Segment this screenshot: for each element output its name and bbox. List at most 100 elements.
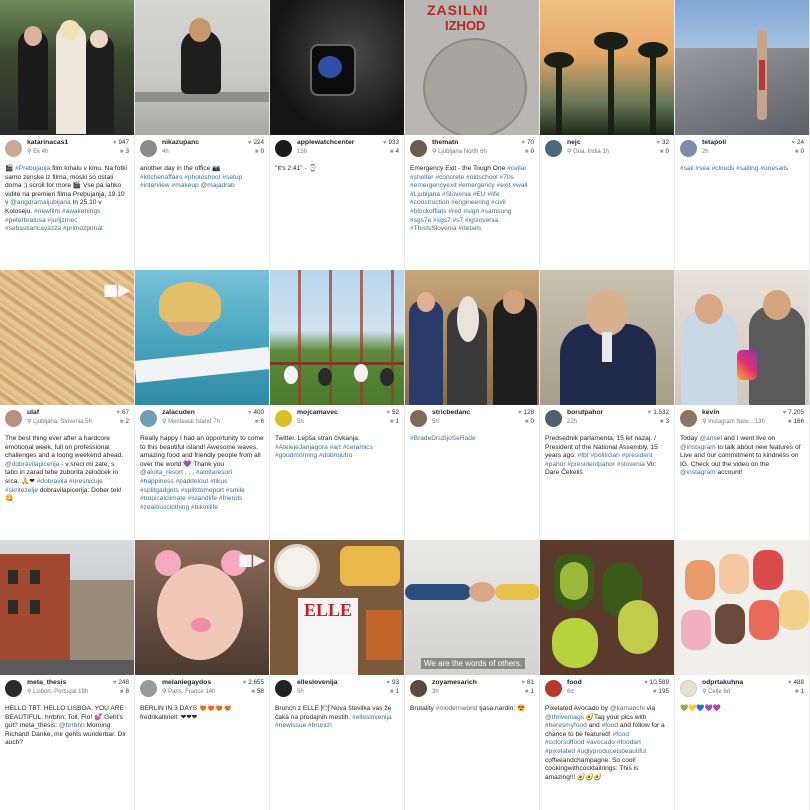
post-photo[interactable] [135, 0, 269, 135]
hashtag-link[interactable]: #aloitaresort [196, 469, 232, 476]
hashtag-link[interactable]: #setup [222, 174, 242, 181]
location[interactable]: Mentawai Island [168, 419, 211, 425]
avatar[interactable] [410, 140, 427, 157]
hashtag-link[interactable]: #happiness [140, 478, 174, 485]
avatar[interactable] [410, 410, 427, 427]
hashtag-link[interactable]: #civil [491, 199, 506, 206]
hashtag-link[interactable]: #paddelout [176, 478, 209, 485]
mention-link[interactable]: @thrivemags [545, 714, 584, 721]
hashtag-link[interactable]: #brunch [308, 722, 332, 729]
hashtag-link[interactable]: #concrete [435, 174, 464, 181]
hashtag-link[interactable]: #blockoffiats [410, 208, 447, 215]
username[interactable]: elleslovenija [297, 679, 386, 688]
location[interactable]: Celje [708, 689, 722, 695]
hashtag-link[interactable]: #pixelated [545, 748, 575, 755]
username[interactable]: ulaf [27, 409, 116, 418]
post-card[interactable]: kevin ⚲ Instagram New... 13h ♥ 7.205 ■ 166… [675, 270, 810, 540]
avatar[interactable] [275, 410, 292, 427]
hashtag-link[interactable]: #dobravila [37, 478, 67, 485]
hashtag-link[interactable]: #colorsoffood [545, 739, 584, 746]
mention-link[interactable]: @dobravilapicerija [5, 461, 59, 468]
avatar[interactable] [545, 680, 562, 697]
location[interactable]: Lisbon, Portugal [33, 689, 76, 695]
hashtag-link[interactable]: #uglyproduceisbeautiful [577, 748, 646, 755]
hashtag-link[interactable]: #bikinilife [191, 504, 218, 511]
hashtag-link[interactable]: #sebastiancavazza [5, 225, 61, 232]
hashtag-link[interactable]: #photoshoot [184, 174, 220, 181]
avatar[interactable] [410, 680, 427, 697]
hashtag-link[interactable]: #kitchenaffairs [140, 174, 182, 181]
hashtag-link[interactable]: #food [602, 722, 619, 729]
post-card[interactable]: katarinacas1 ⚲ Ek 4h ♥ 947 ■ 3 🎬 #Prebujan… [0, 0, 135, 270]
location[interactable]: Instagram New... [708, 419, 753, 425]
post-card[interactable]: stricbedanc 5h ♥ 128 ■ 0 #BradeDružijoSeRa… [405, 270, 540, 540]
post-card[interactable]: meta_thesis ⚲ Lisbon, Portugal 19h ♥ 248 … [0, 540, 135, 810]
hashtag-link[interactable]: #emergency [458, 182, 494, 189]
hashtag-link[interactable]: #skritezelje [5, 487, 38, 494]
username[interactable]: stricbedanc [432, 409, 518, 418]
username[interactable]: zalacuden [162, 409, 248, 418]
hashtag-link[interactable]: #sail [680, 165, 694, 172]
mention-link[interactable]: @aloita_resort [140, 469, 183, 476]
hashtag-link[interactable]: #art [330, 444, 341, 451]
hashtag-link[interactable]: #exit [497, 182, 511, 189]
post-card[interactable]: tetapoli 2h ♥ 24 ■ 0 #sail #sea #clouds #s… [675, 0, 810, 270]
avatar[interactable] [545, 410, 562, 427]
hashtag-link[interactable]: #life [487, 191, 499, 198]
hashtag-link[interactable]: #splitdomeport [181, 487, 224, 494]
mention-link[interactable]: @hrrbhn [59, 722, 85, 729]
hashtag-link[interactable]: #smile [226, 487, 245, 494]
post-photo[interactable] [540, 270, 674, 405]
post-card[interactable]: mojcamavec 5h ♥ 52 ■ 1 Twitter. Lepša stra… [270, 270, 405, 540]
post-card[interactable]: borutpahor 22h ♥ 1.532 ■ 3 Predsednik parl… [540, 270, 675, 540]
post-photo[interactable]: We are the words of others. [405, 540, 539, 675]
hashtag-link[interactable]: #sea [695, 165, 709, 172]
post-card[interactable]: zalacuden ⚲ Mentawai Island 7h ♥ 400 ■ 6 R… [135, 270, 270, 540]
hashtag-link[interactable]: #igslovenia [465, 217, 498, 224]
hashtag-link[interactable]: #elleslovenija [352, 714, 392, 721]
hashtag-link[interactable]: #EU [473, 191, 486, 198]
hashtag-link[interactable]: #construction [410, 199, 449, 206]
hashtag-link[interactable]: #modernworld [436, 705, 478, 712]
post-photo[interactable] [675, 540, 809, 675]
hashtag-link[interactable]: #foodart [617, 739, 641, 746]
location[interactable]: Paris, France [168, 689, 204, 695]
hashtag-link[interactable]: #pahor [545, 461, 566, 468]
hashtag-link[interactable]: #friends [219, 495, 242, 502]
avatar[interactable] [5, 140, 22, 157]
username[interactable]: katarinacas1 [27, 139, 113, 148]
post-card[interactable]: odprtakuhna ⚲ Celje 6d ♥ 488 ■ 1 💚💛💙💜💜 [675, 540, 810, 810]
avatar[interactable] [140, 140, 157, 157]
post-photo[interactable]: ELLE [270, 540, 404, 675]
post-card[interactable]: applewatchcenter 15h ♥ 933 ■ 4 "It's 2:41"… [270, 0, 405, 270]
hashtag-link[interactable]: #splitgadgets [140, 487, 179, 494]
hashtag-link[interactable]: #newissue [275, 722, 306, 729]
avatar[interactable] [5, 410, 22, 427]
hashtag-link[interactable]: #president [622, 452, 653, 459]
mention-link[interactable]: @instagram [680, 444, 716, 451]
hashtag-link[interactable]: #oldschool [466, 174, 498, 181]
hashtag-link[interactable]: #slovenia [617, 461, 645, 468]
hashtag-link[interactable]: #politician [591, 452, 620, 459]
hashtag-link[interactable]: #makeup [172, 182, 199, 189]
post-photo[interactable] [135, 270, 269, 405]
hashtag-link[interactable]: #sign [463, 208, 479, 215]
hashtag-link[interactable]: #primozpirnat [63, 225, 103, 232]
hashtag-link[interactable]: #sailing [736, 165, 758, 172]
hashtag-link[interactable]: #dobrojutro [319, 452, 352, 459]
hashtag-link[interactable]: #heresmyfood [545, 722, 587, 729]
hashtag-link[interactable]: #peterbratusa [5, 217, 46, 224]
hashtag-link[interactable]: #uresnicuje [69, 478, 103, 485]
post-photo[interactable] [0, 540, 134, 675]
post-card[interactable]: nikazupanc 4h ♥ 224 ■ 0 another day in the… [135, 0, 270, 270]
username[interactable]: borutpahor [567, 409, 648, 418]
hashtag-link[interactable]: #sgs7 [433, 217, 451, 224]
username[interactable]: applewatchcenter [297, 139, 383, 148]
hashtag-link[interactable]: #s7 [453, 217, 464, 224]
username[interactable]: melaniegaydos [162, 679, 243, 688]
mention-link[interactable]: @instagram [680, 469, 716, 476]
hashtag-link[interactable]: #tropicalclimate [140, 495, 186, 502]
hashtag-link[interactable]: #Ljubljana [410, 191, 440, 198]
hashtag-link[interactable]: #zealousclothing [140, 504, 189, 511]
mention-link[interactable]: @ansel [699, 435, 721, 442]
